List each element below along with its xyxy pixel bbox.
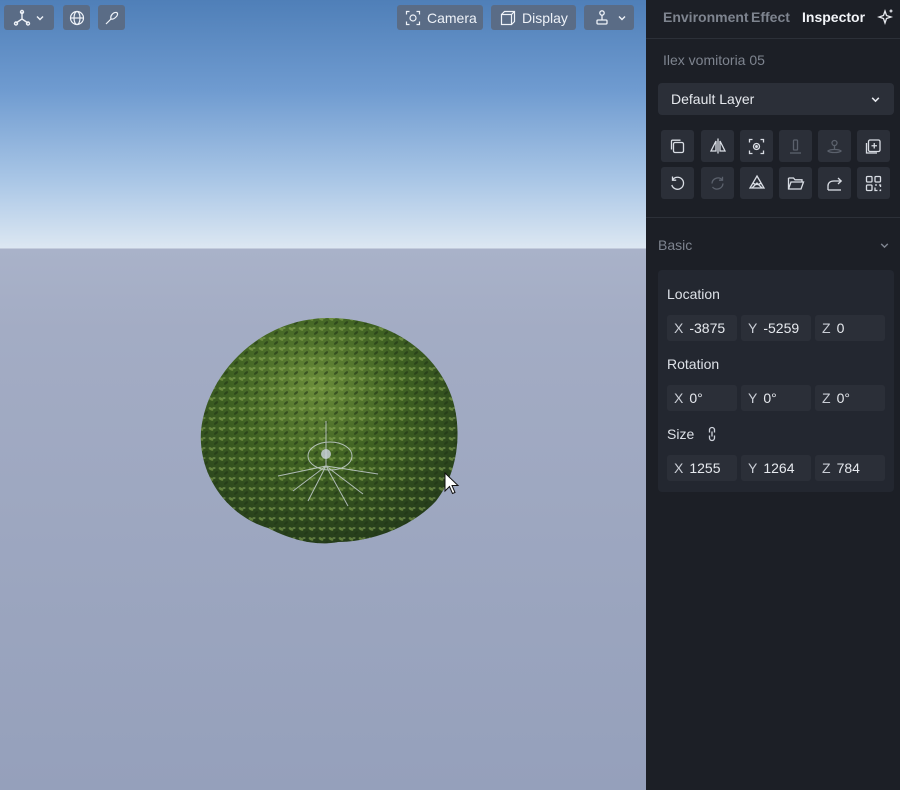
link-proportions-icon[interactable]: [706, 426, 718, 442]
rotation-label: Rotation: [667, 356, 720, 372]
redo-icon: [711, 176, 724, 190]
drop-to-ground-button[interactable]: [818, 130, 851, 162]
rotation-z-field[interactable]: Z 0°: [815, 385, 885, 411]
camera-label: Camera: [427, 9, 477, 26]
axis-x-label: X: [674, 320, 684, 336]
display-button[interactable]: Display: [491, 5, 576, 30]
globe-button[interactable]: [63, 5, 90, 30]
focus-button[interactable]: [740, 130, 773, 162]
share-icon: [826, 177, 842, 191]
axis-z-label: Z: [822, 320, 831, 336]
display-label: Display: [522, 9, 568, 26]
undo-icon: [671, 176, 685, 190]
qr-grid-icon: [865, 175, 882, 191]
material-icon: [748, 174, 765, 189]
rotation-y-value: 0°: [763, 390, 777, 406]
size-label: Size: [667, 426, 695, 442]
tab-environment[interactable]: Environment: [663, 9, 749, 25]
tab-effect[interactable]: Effect: [751, 9, 790, 25]
axis-y-label: Y: [748, 460, 758, 476]
location-x-field[interactable]: X -3875: [667, 315, 737, 341]
gizmo-icon: [596, 9, 608, 25]
view-axes-dropdown[interactable]: [4, 5, 54, 30]
location-y-field[interactable]: Y -5259: [741, 315, 811, 341]
location-x-value: -3875: [689, 320, 726, 336]
rotation-x-field[interactable]: X 0°: [667, 385, 737, 411]
size-z-field[interactable]: Z 784: [815, 455, 885, 481]
globe-icon: [69, 10, 84, 25]
gizmo-dropdown[interactable]: [584, 5, 634, 30]
chevron-down-icon: [36, 15, 44, 20]
brush-icon: [105, 11, 118, 24]
ai-sparkle-icon[interactable]: [877, 8, 895, 26]
chevron-down-icon: [871, 97, 880, 103]
chevron-down-icon[interactable]: [879, 240, 890, 251]
camera-button[interactable]: Camera: [397, 5, 483, 30]
chevron-down-icon: [618, 15, 626, 20]
axis-x-label: X: [674, 460, 684, 476]
tab-inspector[interactable]: Inspector: [802, 9, 865, 25]
location-label: Location: [667, 286, 720, 302]
right-panel: Environment Effect Inspector Ilex vomito…: [646, 0, 900, 790]
size-y-value: 1264: [763, 460, 795, 476]
cursor-icon: [444, 472, 460, 495]
material-button[interactable]: [740, 167, 773, 199]
location-z-field[interactable]: Z0: [815, 315, 885, 341]
axis-z-label: Z: [822, 390, 831, 406]
rotation-z-value: 0°: [836, 390, 850, 406]
axis-z-label: Z: [822, 460, 831, 476]
size-z-value: 784: [836, 460, 860, 476]
open-folder-button[interactable]: [779, 167, 812, 199]
size-y-field[interactable]: Y 1264: [741, 455, 811, 481]
size-x-value: 1255: [689, 460, 721, 476]
panel-tabs: Environment Effect Inspector: [646, 0, 900, 39]
axis-x-label: X: [674, 390, 684, 406]
basic-section-header[interactable]: Basic: [658, 237, 692, 253]
drop-to-ground-icon: [827, 139, 842, 153]
redo-button[interactable]: [701, 167, 734, 199]
align-floor-icon: [790, 138, 801, 154]
duplicate-icon: [670, 139, 685, 153]
mirror-button[interactable]: [701, 130, 734, 162]
layer-dropdown[interactable]: Default Layer: [658, 83, 894, 115]
shrub-model[interactable]: [198, 316, 461, 548]
mirror-icon: [709, 138, 726, 154]
undo-button[interactable]: [661, 167, 694, 199]
align-floor-button[interactable]: [779, 130, 812, 162]
object-name: Ilex vomitoria 05: [663, 52, 765, 68]
focus-icon: [748, 138, 765, 154]
location-y-value: -5259: [763, 320, 800, 336]
rotation-x-value: 0°: [689, 390, 703, 406]
duplicate-button[interactable]: [661, 130, 694, 162]
add-layer-icon: [865, 138, 881, 154]
add-layer-button[interactable]: [857, 130, 890, 162]
size-x-field[interactable]: X 1255: [667, 455, 737, 481]
axes-icon: [13, 9, 31, 26]
location-z-value: 0: [836, 320, 845, 336]
axis-y-label: Y: [748, 320, 758, 336]
layer-value: Default Layer: [671, 91, 755, 107]
viewport-3d[interactable]: Camera Display: [0, 0, 646, 790]
rotation-y-field[interactable]: Y 0°: [741, 385, 811, 411]
folder-icon: [787, 176, 804, 190]
qr-grid-button[interactable]: [857, 167, 890, 199]
display-cube-icon: [500, 10, 516, 25]
axis-y-label: Y: [748, 390, 758, 406]
brush-button[interactable]: [98, 5, 125, 30]
share-button[interactable]: [818, 167, 851, 199]
camera-icon: [405, 10, 421, 25]
panel-divider: [646, 217, 900, 218]
